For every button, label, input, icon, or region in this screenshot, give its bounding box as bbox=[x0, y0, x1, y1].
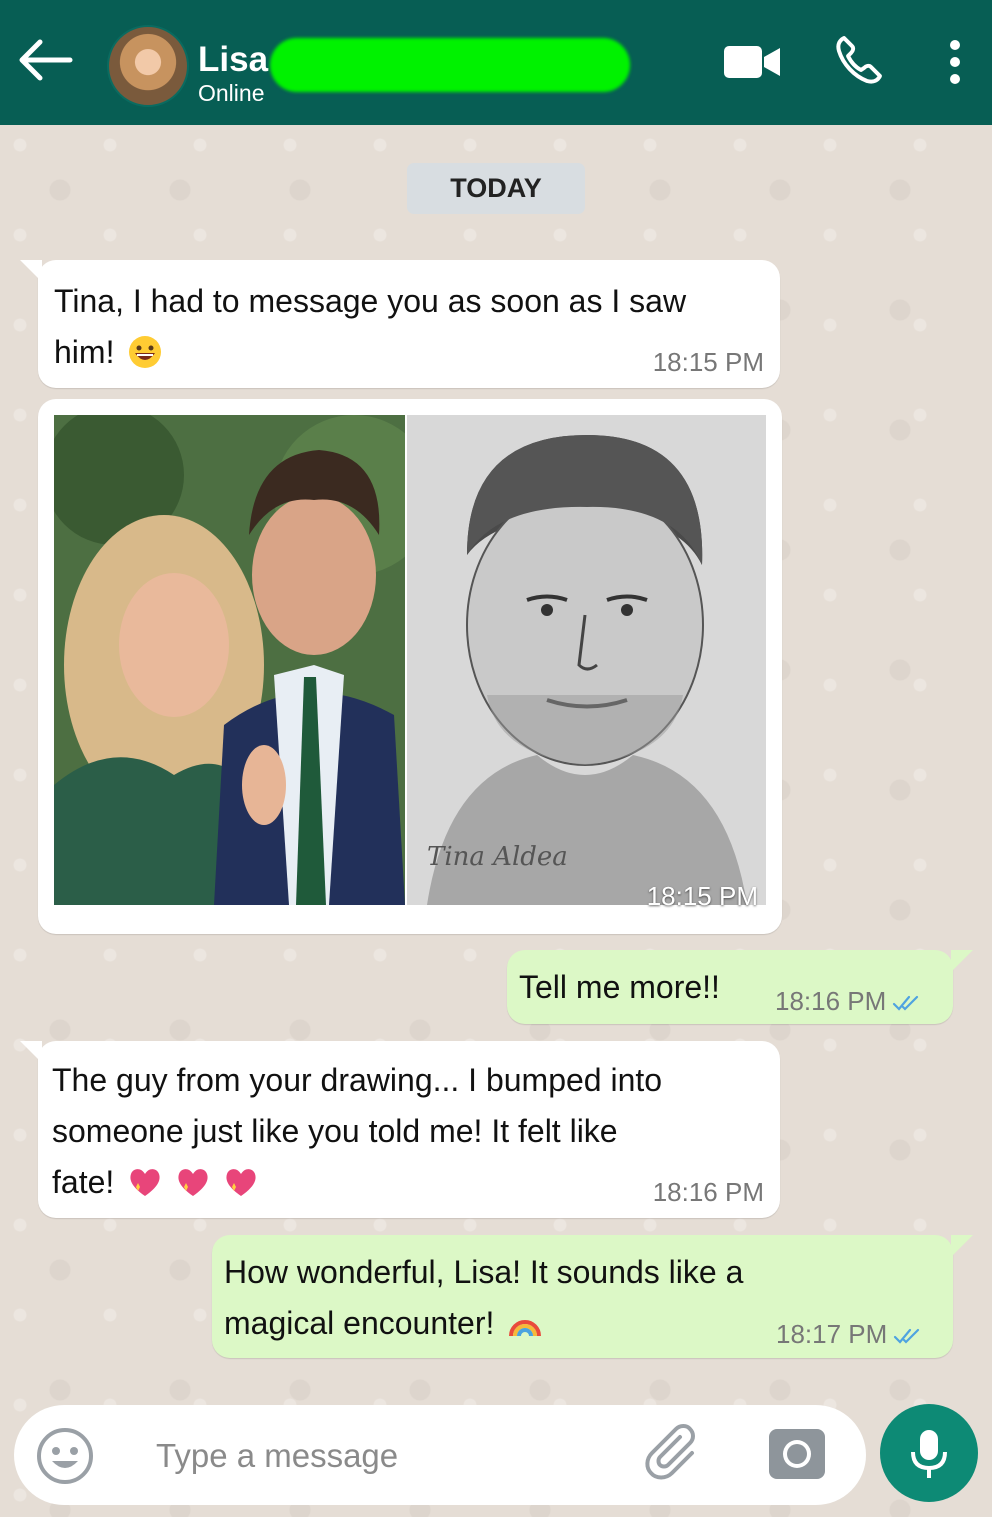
message-line: him! bbox=[54, 334, 115, 370]
message-text: Tell me more!! bbox=[519, 969, 720, 1005]
message-line: fate! bbox=[52, 1164, 115, 1200]
message-line: Tina, I had to message you as soon as I … bbox=[54, 283, 687, 319]
message-text: The guy from your drawing... I bumped in… bbox=[52, 1055, 662, 1208]
message-input[interactable] bbox=[154, 1429, 618, 1483]
phone-call-icon[interactable] bbox=[834, 34, 884, 86]
more-options-icon[interactable] bbox=[942, 38, 968, 86]
message-line-with-emoji: him! bbox=[54, 327, 686, 378]
message-line: someone just like you told me! It felt l… bbox=[52, 1113, 618, 1149]
message-text: Tina, I had to message you as soon as I … bbox=[54, 276, 686, 378]
contact-status: Online bbox=[198, 80, 265, 106]
video-call-icon[interactable] bbox=[722, 44, 782, 80]
pencil-portrait-image: Tina Aldea bbox=[407, 415, 766, 905]
sparkling-heart-icon bbox=[178, 1169, 208, 1196]
grinning-face-icon bbox=[129, 336, 162, 368]
image-time: 18:15 PM bbox=[646, 881, 758, 911]
message-time-row: 18:17 PM bbox=[776, 1319, 923, 1350]
message-time: 18:15 PM bbox=[652, 347, 764, 377]
emoji-picker-icon[interactable] bbox=[36, 1427, 94, 1485]
couple-photo[interactable] bbox=[54, 415, 405, 905]
message-text: How wonderful, Lisa! It sounds like a ma… bbox=[224, 1247, 743, 1349]
voice-message-button[interactable] bbox=[880, 1404, 978, 1502]
outgoing-message[interactable]: Tell me more!! 18:16 PM bbox=[507, 950, 973, 1024]
pencil-portrait-drawing[interactable]: Tina Aldea bbox=[407, 415, 766, 905]
message-time: 18:17 PM bbox=[776, 1319, 888, 1349]
chat-header: Lisa Online bbox=[0, 0, 992, 125]
rainbow-icon bbox=[509, 1320, 542, 1337]
message-time: 18:16 PM bbox=[652, 1177, 764, 1207]
incoming-message[interactable]: Tina, I had to message you as soon as I … bbox=[20, 260, 780, 388]
message-line-with-emoji: magical encounter! bbox=[224, 1298, 743, 1349]
artist-signature: Tina Aldea bbox=[427, 842, 568, 872]
message-composer bbox=[14, 1405, 866, 1505]
message-line: magical encounter! bbox=[224, 1305, 495, 1341]
read-receipt-icon bbox=[894, 1329, 920, 1344]
sparkling-heart-icon bbox=[226, 1169, 256, 1196]
attachment-icon[interactable] bbox=[642, 1423, 708, 1489]
message-line-with-emoji: fate! bbox=[52, 1157, 662, 1208]
contact-avatar[interactable] bbox=[107, 25, 189, 107]
microphone-icon bbox=[911, 1430, 947, 1478]
date-separator: TODAY bbox=[407, 163, 585, 214]
read-receipt-icon bbox=[893, 996, 919, 1011]
back-arrow-icon[interactable] bbox=[14, 34, 74, 86]
camera-icon[interactable] bbox=[766, 1423, 828, 1485]
incoming-image-message[interactable]: Tina Aldea 18:15 PM bbox=[38, 399, 782, 934]
message-line: The guy from your drawing... I bumped in… bbox=[52, 1062, 663, 1098]
message-line: How wonderful, Lisa! It sounds like a bbox=[224, 1254, 744, 1290]
message-time-row: 18:16 PM bbox=[775, 986, 922, 1017]
message-time: 18:16 PM bbox=[775, 986, 887, 1016]
contact-name[interactable]: Lisa bbox=[198, 40, 268, 80]
incoming-message[interactable]: The guy from your drawing... I bumped in… bbox=[20, 1041, 780, 1218]
sparkling-heart-icon bbox=[130, 1169, 160, 1196]
outgoing-message[interactable]: How wonderful, Lisa! It sounds like a ma… bbox=[212, 1235, 973, 1358]
redaction-mark bbox=[270, 38, 630, 92]
couple-photo-image bbox=[54, 415, 405, 905]
